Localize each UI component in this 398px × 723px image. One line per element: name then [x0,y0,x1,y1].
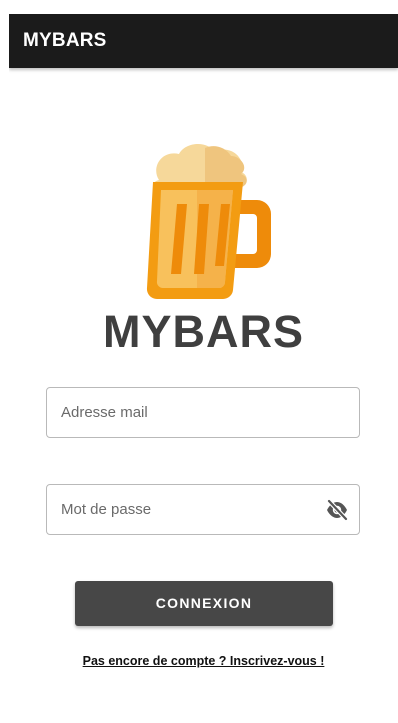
login-screen: MYBARS MYBARS Adresse mail CONNEXION Pas… [9,14,398,723]
email-input[interactable] [61,388,311,437]
app-bar-title: MYBARS [23,30,107,51]
beer-mug-icon [127,142,277,302]
email-field[interactable] [46,387,360,438]
brand-name: MYBARS [102,306,304,357]
eye-off-icon[interactable] [325,498,349,522]
password-field[interactable] [46,484,360,535]
app-bar: MYBARS [9,14,398,68]
login-button[interactable]: CONNEXION [75,581,333,626]
signup-link[interactable]: Pas encore de compte ? Inscrivez-vous ! [9,654,398,668]
password-input[interactable] [61,485,311,534]
